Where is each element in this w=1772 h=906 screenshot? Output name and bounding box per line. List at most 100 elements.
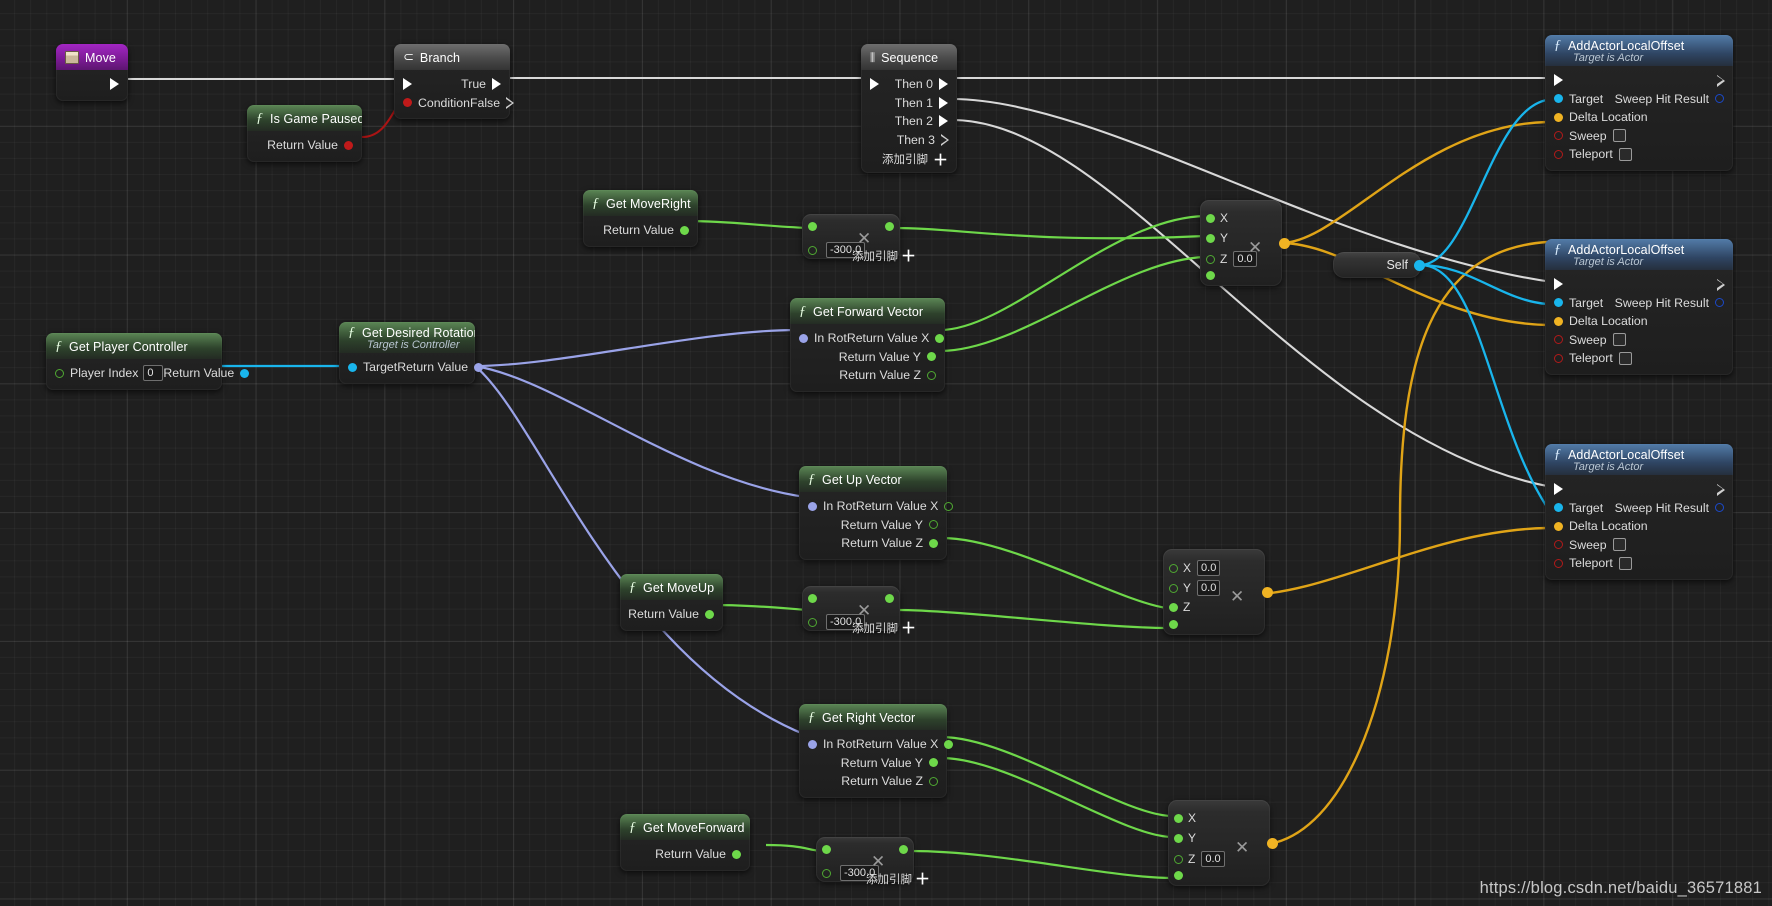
pin-row-teleport[interactable]: Teleport	[1545, 349, 1733, 368]
vector-y-in-pin[interactable]	[1206, 233, 1215, 243]
pin-row-extra[interactable]	[1174, 871, 1183, 880]
return-x-out-pin[interactable]	[935, 333, 945, 343]
sweep-checkbox[interactable]	[1612, 129, 1626, 143]
pin-row-a[interactable]	[808, 594, 817, 603]
node-get-forward-vector[interactable]: ƒ Get Forward Vector In Rot Return Value…	[790, 298, 945, 392]
pin-row-then-3[interactable]: Then 3	[861, 131, 957, 150]
vector-x-in-pin[interactable]	[1206, 213, 1215, 223]
pin-row-then-2[interactable]: Then 2	[861, 112, 957, 131]
return-y-out-pin[interactable]	[927, 352, 936, 362]
multiply-in-a-pin[interactable]	[808, 594, 817, 603]
in-rot-pin[interactable]	[808, 739, 817, 749]
multiply-out-pin[interactable]	[899, 845, 908, 854]
vector-z-value[interactable]: 0.0	[1201, 851, 1225, 867]
multiply-in-a-pin[interactable]	[808, 222, 817, 231]
exec-in-pin[interactable]	[1554, 74, 1563, 87]
pin-row-y[interactable]: Y	[1174, 831, 1196, 845]
sweep-hit-out-pin[interactable]	[1715, 94, 1724, 104]
vector-z-in-pin[interactable]	[1169, 602, 1178, 612]
pin-row-in-rot[interactable]: In Rot Return Value X	[799, 497, 954, 516]
node-get-move-right[interactable]: ƒ Get MoveRight Return Value	[583, 190, 698, 247]
pin-row-out[interactable]	[1279, 238, 1290, 249]
pin-row-y[interactable]: Y 0.0	[1169, 580, 1221, 596]
multiply-in-a-pin[interactable]	[822, 845, 831, 854]
vector-extra-in-pin[interactable]	[1174, 871, 1183, 880]
exec-out-then3-pin[interactable]	[941, 134, 949, 147]
exec-in-pin[interactable]	[870, 78, 879, 91]
vector-y-value[interactable]: 0.0	[1197, 580, 1221, 596]
vector-x-in-pin[interactable]	[1174, 813, 1183, 823]
return-out-pin[interactable]	[474, 362, 484, 372]
pin-row-exec[interactable]	[1545, 275, 1733, 294]
return-z-out-pin[interactable]	[929, 776, 938, 786]
multiply-out-pin[interactable]	[885, 222, 894, 231]
teleport-in-pin[interactable]	[1554, 149, 1563, 159]
exec-out-then0-pin[interactable]	[939, 78, 948, 91]
vector-out-pin[interactable]	[1262, 587, 1273, 598]
delta-location-in-pin[interactable]	[1554, 112, 1563, 122]
pin-row-then-0[interactable]: Then 0	[861, 75, 957, 94]
multiply-in-b-pin[interactable]	[808, 617, 817, 627]
pin-row-x[interactable]: X 0.0	[1169, 560, 1221, 576]
exec-out-false-pin[interactable]	[506, 97, 515, 110]
vector-y-in-pin[interactable]	[1174, 833, 1183, 843]
teleport-checkbox[interactable]	[1618, 556, 1632, 570]
multiply-in-b-pin[interactable]	[808, 245, 817, 255]
pin-row-return-value[interactable]: Return Value	[247, 136, 362, 155]
target-in-pin[interactable]	[1554, 298, 1563, 308]
vector-y-in-pin[interactable]	[1169, 583, 1178, 593]
bool-out-pin[interactable]	[344, 140, 353, 150]
plus-icon[interactable]: ＋	[901, 247, 916, 265]
delta-location-in-pin[interactable]	[1554, 521, 1563, 531]
sweep-checkbox[interactable]	[1612, 333, 1626, 347]
pin-row-target[interactable]: Target Sweep Hit Result	[1545, 294, 1733, 313]
pin-row-teleport[interactable]: Teleport	[1545, 145, 1733, 164]
target-in-pin[interactable]	[1554, 94, 1563, 104]
pin-row-y[interactable]: Y	[1206, 231, 1228, 245]
pin-row-in-rot[interactable]: In Rot Return Value X	[799, 735, 954, 754]
pin-row-z[interactable]: Z 0.0	[1174, 851, 1225, 867]
pin-row-z[interactable]: Z	[1169, 600, 1190, 614]
return-z-out-pin[interactable]	[927, 370, 936, 380]
return-out-pin[interactable]	[680, 225, 689, 235]
pin-row-sweep[interactable]: Sweep	[1545, 127, 1733, 146]
node-multiply-move-right[interactable]: -300.0 ✕ 添加引脚＋	[802, 214, 916, 265]
teleport-in-pin[interactable]	[1554, 558, 1563, 568]
plus-icon[interactable]: ＋	[901, 619, 916, 637]
vector-out-pin[interactable]	[1267, 838, 1278, 849]
exec-out-pin[interactable]	[110, 78, 119, 91]
add-pin-label[interactable]: 添加引脚＋	[866, 868, 930, 889]
return-y-out-pin[interactable]	[929, 758, 938, 768]
pin-row-out[interactable]	[885, 594, 894, 603]
pin-row-return-z[interactable]: Return Value Z	[790, 366, 945, 385]
node-multiply-move-forward[interactable]: -300.0 ✕ 添加引脚＋	[816, 837, 930, 888]
exec-out-pin[interactable]	[1717, 483, 1725, 496]
pin-row-out[interactable]	[1267, 838, 1278, 849]
exec-in-pin[interactable]	[403, 78, 412, 91]
exec-out-then2-pin[interactable]	[939, 115, 948, 128]
add-pin-label[interactable]: 添加引脚＋	[852, 245, 916, 266]
return-x-out-pin[interactable]	[944, 739, 954, 749]
pin-row-return-value[interactable]: Return Value	[583, 221, 698, 240]
pin-row-return-value[interactable]: Return Value	[620, 605, 723, 624]
plus-icon[interactable]: ＋	[933, 149, 948, 170]
pin-row-return-z[interactable]: Return Value Z	[799, 772, 947, 791]
pin-row-extra[interactable]	[1169, 620, 1178, 629]
return-y-out-pin[interactable]	[929, 520, 938, 530]
vector-z-in-pin[interactable]	[1174, 854, 1183, 864]
exec-out-true-pin[interactable]	[492, 78, 501, 91]
pin-row-return-z[interactable]: Return Value Z	[799, 534, 947, 553]
node-self[interactable]: Self	[1333, 252, 1425, 278]
teleport-checkbox[interactable]	[1618, 147, 1632, 161]
node-make-vector-bottom[interactable]: X Y Z 0.0 ✕	[1168, 800, 1278, 886]
pin-row-delta-location[interactable]: Delta Location	[1545, 312, 1733, 331]
pin-row-sweep[interactable]: Sweep	[1545, 536, 1733, 555]
in-rot-pin[interactable]	[808, 501, 817, 511]
target-in-pin[interactable]	[348, 362, 357, 372]
node-is-game-paused[interactable]: ƒ Is Game Paused Return Value	[247, 105, 362, 162]
node-get-desired-rotation[interactable]: ƒ Get Desired Rotation Target is Control…	[339, 322, 484, 384]
node-add-actor-local-offset-1[interactable]: ƒ AddActorLocalOffset Target is Actor Ta…	[1545, 35, 1733, 171]
pin-row-out[interactable]	[885, 222, 894, 231]
pin-row-exec[interactable]	[1545, 480, 1733, 499]
vector-extra-in-pin[interactable]	[1169, 620, 1178, 629]
